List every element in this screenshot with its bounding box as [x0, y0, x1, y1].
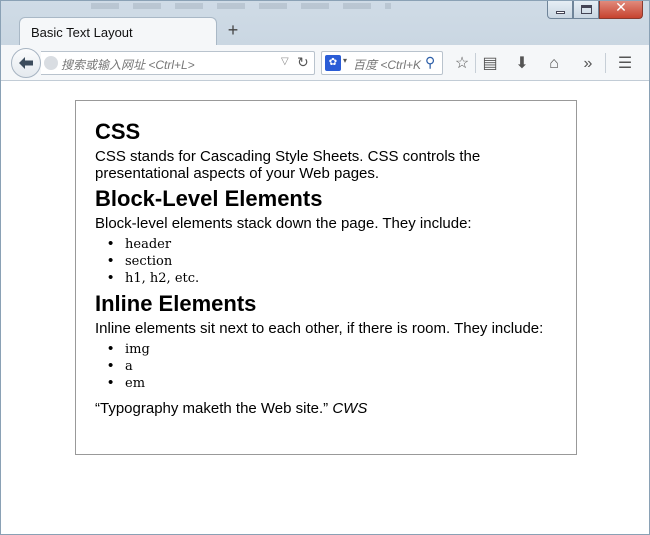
reading-list-icon[interactable]: ▤ [480, 54, 500, 74]
paragraph-css: CSS stands for Cascading Style Sheets. C… [95, 148, 481, 182]
globe-icon [44, 56, 58, 70]
tab-title: Basic Text Layout [31, 25, 133, 40]
quote-text: “Typography maketh the Web site.” [95, 400, 329, 417]
minimize-icon [556, 11, 565, 14]
reload-icon[interactable]: ↻ [297, 54, 309, 71]
paragraph-inline: Inline elements sit next to each other, … [95, 320, 544, 337]
new-tab-button[interactable]: + [225, 19, 241, 41]
close-window-button[interactable]: ✕ [599, 0, 643, 19]
tab-active[interactable]: Basic Text Layout [19, 17, 217, 45]
dropdown-arrow-icon[interactable]: ▽ [281, 56, 289, 67]
inline-list: img a em [95, 340, 557, 392]
download-icon[interactable]: ⬇ [512, 54, 532, 74]
heading-block-level: Block-Level Elements [95, 186, 323, 211]
hamburger-menu-icon[interactable]: ☰ [615, 54, 635, 74]
page-content: CSS CSS stands for Cascading Style Sheet… [1, 81, 649, 534]
heading-css: CSS [95, 119, 141, 144]
list-item: img [108, 340, 557, 358]
list-item: h1, h2, etc. [108, 269, 557, 287]
title-bar: ✕ Basic Text Layout + 搜索或输入网址 <Ctrl+L> ▽… [1, 0, 649, 81]
maximize-button[interactable] [573, 1, 599, 19]
quote: “Typography maketh the Web site.” CWS [95, 400, 557, 417]
back-arrow-icon [19, 57, 33, 69]
paragraph-block-level: Block-level elements stack down the page… [95, 215, 472, 232]
heading-inline: Inline Elements [95, 291, 257, 316]
window-controls: ✕ [547, 0, 643, 21]
navigation-toolbar: 搜索或输入网址 <Ctrl+L> ▽ ↻ ✿ ▾ 百度 <Ctrl+K ⚲ ☆ … [1, 45, 649, 81]
minimize-button[interactable] [547, 1, 573, 19]
block-level-list: header section h1, h2, etc. [95, 235, 557, 287]
bookmark-star-icon[interactable]: ☆ [452, 54, 472, 74]
url-bar[interactable]: 搜索或输入网址 <Ctrl+L> ▽ ↻ [41, 51, 315, 75]
quote-author: CWS [332, 400, 368, 417]
toolbar-separator [475, 53, 476, 73]
list-item: header [108, 235, 557, 253]
browser-window: ✕ Basic Text Layout + 搜索或输入网址 <Ctrl+L> ▽… [0, 0, 650, 535]
url-input[interactable]: 搜索或输入网址 <Ctrl+L> [61, 56, 195, 73]
engine-dropdown-icon[interactable]: ▾ [343, 56, 347, 65]
menu-bar-faded [91, 3, 391, 9]
search-input[interactable]: 百度 <Ctrl+K [353, 56, 423, 73]
home-icon[interactable]: ⌂ [544, 54, 564, 74]
search-bar[interactable]: ✿ ▾ 百度 <Ctrl+K ⚲ [321, 51, 443, 75]
back-button[interactable] [11, 48, 41, 78]
toolbar-separator [605, 53, 606, 73]
maximize-icon [581, 5, 592, 14]
paw-icon[interactable]: ✿ [325, 55, 341, 71]
list-item: section [108, 252, 557, 270]
close-icon: ✕ [615, 0, 627, 16]
overflow-icon[interactable]: » [578, 54, 598, 74]
search-icon[interactable]: ⚲ [425, 54, 435, 71]
list-item: a [108, 357, 557, 375]
list-item: em [108, 374, 557, 392]
content-box: CSS CSS stands for Cascading Style Sheet… [75, 100, 577, 455]
